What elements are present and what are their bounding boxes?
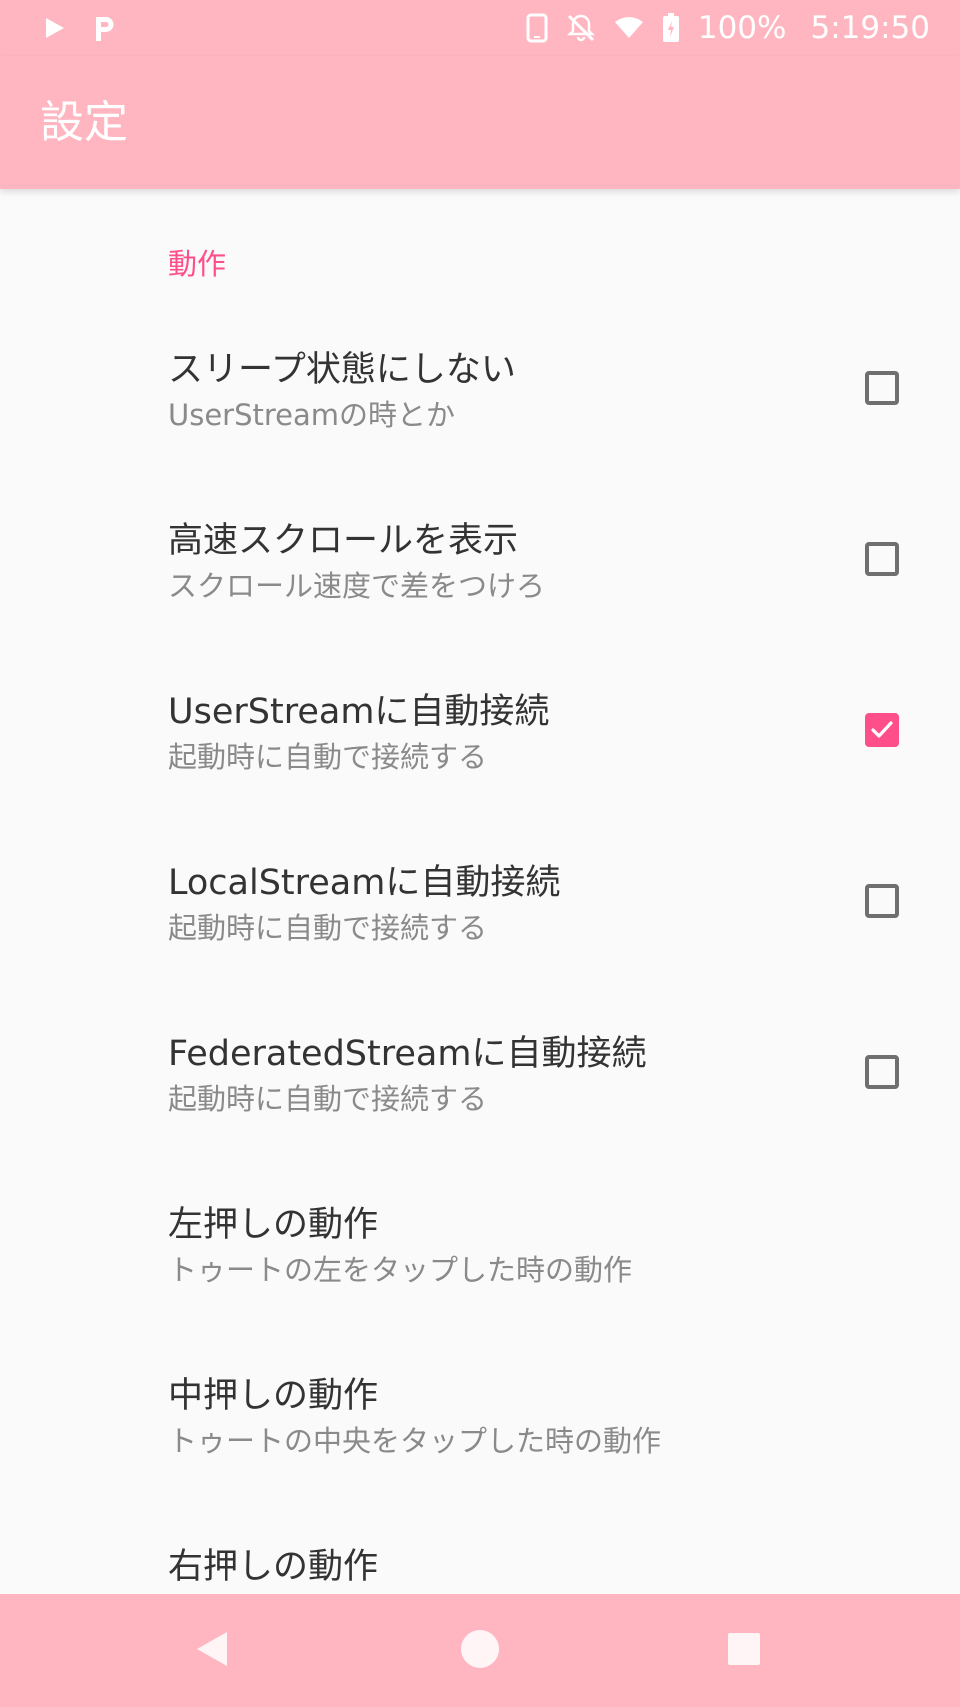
status-bar-right: 100% 5:19:50	[526, 0, 930, 56]
preference-summary: UserStreamの時とか	[168, 398, 456, 432]
preference-summary: 起動時に自動で接続する	[168, 1082, 488, 1116]
battery-icon	[662, 13, 680, 43]
wifi-icon	[614, 16, 644, 40]
back-icon	[195, 1630, 229, 1672]
play-icon	[44, 16, 66, 40]
notifications-off-icon	[566, 13, 596, 43]
preference-list: スリープ状態にしない UserStreamの時とか高速スクロールを表示スクロール速…	[0, 314, 960, 1594]
phone-icon	[526, 13, 548, 43]
home-button[interactable]	[430, 1594, 530, 1707]
preference-summary: 起動時に自動で接続する	[168, 911, 488, 945]
preference-title: 中押しの動作	[168, 1376, 379, 1416]
preference-summary: トゥートの左をタップした時の動作	[168, 1253, 633, 1287]
preference-item[interactable]: 左押しの動作トゥートの左をタップした時の動作	[0, 1169, 960, 1340]
home-icon	[460, 1629, 500, 1673]
preference-item[interactable]: UserStreamに自動接続起動時に自動で接続する	[0, 656, 960, 827]
checkbox-unchecked[interactable]	[865, 371, 899, 405]
parking-icon	[92, 13, 118, 43]
preference-title: 右押しの動作	[168, 1547, 379, 1587]
preference-item[interactable]: 中押しの動作トゥートの中央をタップした時の動作	[0, 1340, 960, 1511]
status-bar-left	[44, 0, 118, 56]
checkbox-checked[interactable]	[865, 713, 899, 747]
battery-percent: 100%	[697, 10, 787, 46]
preference-summary: 起動時に自動で接続する	[168, 740, 488, 774]
check-icon	[871, 721, 893, 738]
preference-item[interactable]: LocalStreamに自動接続起動時に自動で接続する	[0, 827, 960, 998]
status-bar: 100% 5:19:50	[0, 0, 960, 56]
app-bar: 設定	[0, 56, 960, 189]
checkbox-unchecked[interactable]	[865, 542, 899, 576]
preference-title: UserStreamに自動接続	[168, 692, 550, 732]
preference-item[interactable]: FederatedStreamに自動接続起動時に自動で接続する	[0, 998, 960, 1169]
recents-button[interactable]	[694, 1594, 794, 1707]
preference-title: スリープ状態にしない	[168, 350, 516, 390]
preference-title: 高速スクロールを表示	[168, 521, 519, 561]
checkbox-unchecked[interactable]	[865, 1055, 899, 1089]
category-header: 動作	[168, 247, 227, 281]
preference-item[interactable]: スリープ状態にしない UserStreamの時とか	[0, 314, 960, 485]
back-button[interactable]	[162, 1594, 262, 1707]
preference-summary: スクロール速度で差をつけろ	[168, 569, 546, 603]
clock: 5:19:50	[810, 10, 930, 46]
preference-item[interactable]: 高速スクロールを表示スクロール速度で差をつけろ	[0, 485, 960, 656]
preference-summary: トゥートの中央をタップした時の動作	[168, 1424, 662, 1458]
page-title: 設定	[40, 97, 128, 148]
preference-title: LocalStreamに自動接続	[168, 863, 561, 903]
preference-title: 左押しの動作	[168, 1205, 379, 1245]
recents-icon	[727, 1632, 761, 1670]
preference-item[interactable]: 右押しの動作	[0, 1511, 960, 1594]
preference-title: FederatedStreamに自動接続	[168, 1034, 647, 1074]
settings-content[interactable]: 動作 スリープ状態にしない UserStreamの時とか高速スクロールを表示スクロ…	[0, 189, 960, 1594]
navigation-bar	[0, 1594, 960, 1707]
checkbox-unchecked[interactable]	[865, 884, 899, 918]
